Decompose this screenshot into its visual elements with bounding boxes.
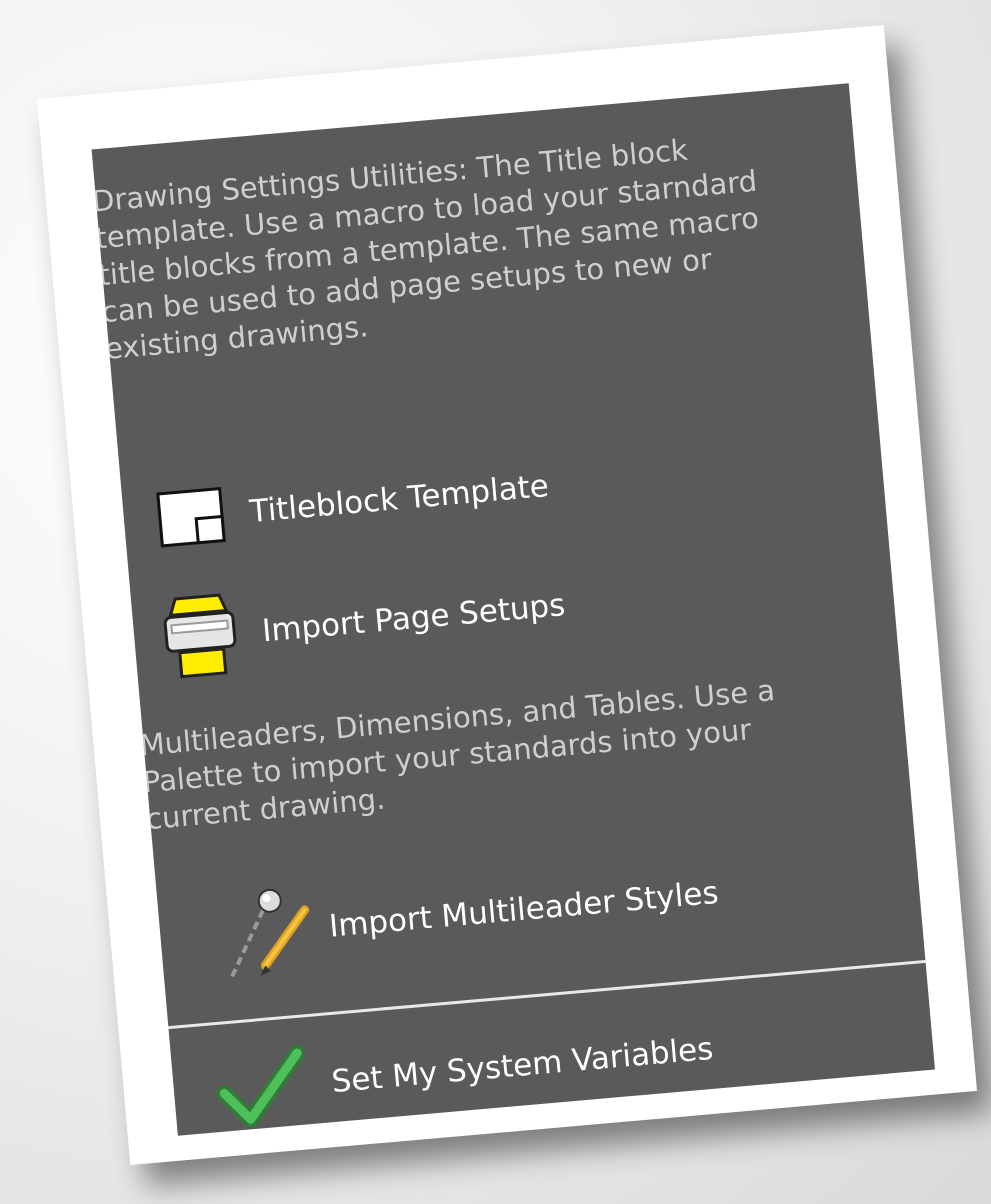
drawing-settings-description: Drawing Settings Utilities: The Title bl…: [91, 132, 761, 367]
set-my-system-variables-label: Set My System Variables: [330, 1030, 715, 1101]
multileaders-description: Multileaders, Dimensions, and Tables. Us…: [138, 673, 777, 837]
import-multileader-styles-label: Import Multileader Styles: [327, 874, 720, 945]
multileader-icon: [217, 881, 320, 984]
screenshot-card: Drawing Settings Utilities: The Title bl…: [36, 24, 978, 1166]
set-my-system-variables-tool[interactable]: Set My System Variables: [170, 985, 935, 1136]
titleblock-template-label: Titleblock Template: [248, 468, 551, 531]
tool-palette-panel: Drawing Settings Utilities: The Title bl…: [91, 83, 935, 1136]
checkmark-icon: [213, 1045, 310, 1133]
printer-icon: [161, 590, 240, 684]
titleblock-icon: [156, 486, 227, 548]
import-page-setups-label: Import Page Setups: [260, 587, 567, 650]
import-multileader-styles-tool[interactable]: Import Multileader Styles: [157, 830, 922, 986]
